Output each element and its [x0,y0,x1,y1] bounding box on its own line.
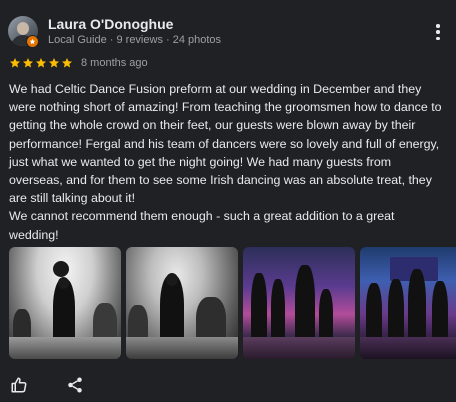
star-icon [23,58,33,68]
more-options-icon[interactable] [430,22,446,42]
review-header: Laura O'Donoghue Local Guide · 9 reviews… [8,12,448,52]
review-photo[interactable] [9,247,121,359]
share-icon[interactable] [66,376,84,394]
photo-floor [360,337,456,359]
star-icon [62,58,72,68]
photo-floor [243,337,355,359]
review-actions [10,375,84,395]
review-card: Laura O'Donoghue Local Guide · 9 reviews… [0,0,456,402]
star-icon [10,58,20,68]
photo-floor [9,337,121,359]
reviewer-name[interactable]: Laura O'Donoghue [48,16,173,32]
photo-floor [126,337,238,359]
review-photo[interactable] [360,247,456,359]
dancer-head [166,273,178,286]
dancer-head [58,277,69,289]
star-rating [9,57,73,69]
rating-row: 8 months ago [9,55,148,71]
thumbs-up-icon[interactable] [10,376,28,394]
local-guide-badge-icon [26,35,39,48]
star-icon [36,58,46,68]
review-photo[interactable] [126,247,238,359]
review-photos [9,247,456,359]
review-time: 8 months ago [81,57,148,69]
star-icon [49,58,59,68]
review-photo[interactable] [243,247,355,359]
avatar-face [17,22,29,35]
reviewer-meta: Local Guide · 9 reviews · 24 photos [48,34,222,46]
photo-light [53,261,69,277]
review-text: We had Celtic Dance Fusion preform at ou… [9,82,442,242]
